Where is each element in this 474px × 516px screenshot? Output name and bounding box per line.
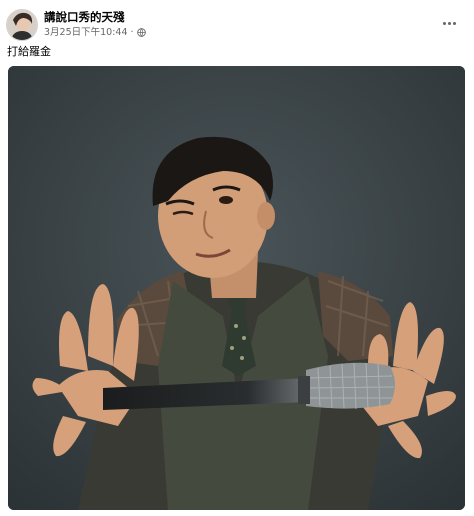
post-photo[interactable] xyxy=(8,66,465,510)
facebook-post: 講說口秀的天殘 3月25日下午10:44 · 打給羅金 xyxy=(0,0,474,516)
separator-dot: · xyxy=(130,27,134,39)
globe-icon[interactable] xyxy=(136,28,146,38)
post-subline: 3月25日下午10:44 · xyxy=(44,27,146,38)
author-avatar[interactable] xyxy=(6,9,38,41)
more-options-button[interactable] xyxy=(436,12,462,34)
more-horizontal-icon xyxy=(442,21,456,25)
photo-illustration xyxy=(8,66,465,510)
post-header: 講說口秀的天殘 3月25日下午10:44 · xyxy=(6,8,466,42)
post-meta: 講說口秀的天殘 3月25日下午10:44 · xyxy=(44,11,146,38)
author-name[interactable]: 講說口秀的天殘 xyxy=(44,11,146,25)
post-caption: 打給羅金 xyxy=(7,45,51,58)
post-timestamp[interactable]: 3月25日下午10:44 xyxy=(44,27,128,38)
